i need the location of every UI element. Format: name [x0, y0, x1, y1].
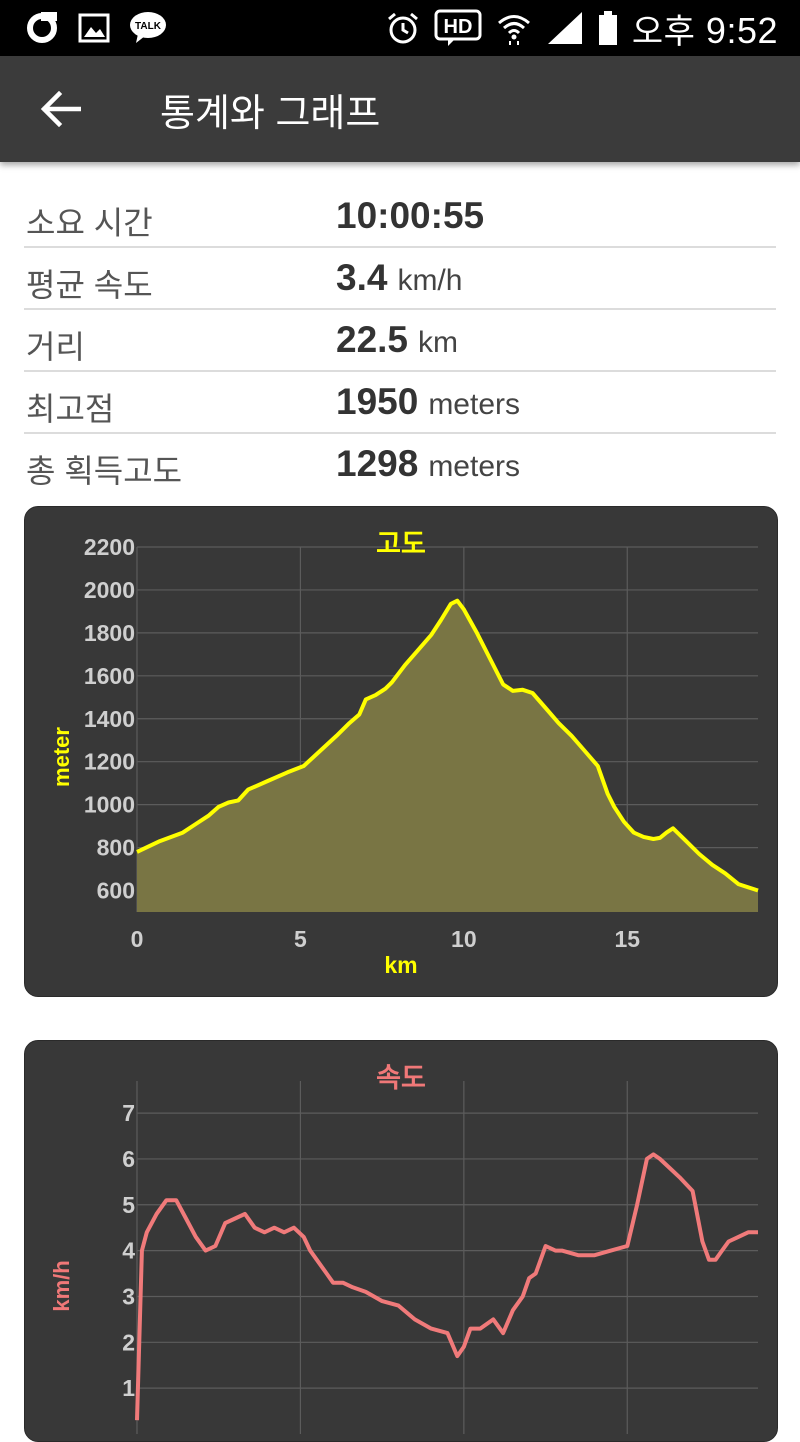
stat-number: 1298	[336, 443, 419, 484]
back-button[interactable]	[30, 79, 90, 139]
y-tick-label: 7	[122, 1100, 135, 1126]
y-axis-label: km/h	[49, 1260, 74, 1311]
status-bar: TALK HD 오후 9:52	[0, 0, 800, 56]
stat-value: 1298 meters	[336, 443, 520, 485]
hd-text: HD	[443, 16, 472, 38]
y-tick-label: 1800	[84, 620, 135, 646]
y-tick-label: 4	[122, 1238, 135, 1264]
wifi-icon	[496, 10, 532, 46]
y-tick-label: 1	[122, 1375, 135, 1401]
stat-label: 최고점	[26, 391, 115, 427]
stat-value: 3.4 km/h	[336, 257, 462, 299]
stat-row-distance: 거리 22.5 km	[24, 310, 776, 372]
stat-label: 거리	[26, 329, 85, 365]
kakao-badge-text: TALK	[135, 21, 162, 32]
stat-value: 1950 meters	[336, 381, 520, 423]
status-bar-left: TALK	[24, 10, 168, 46]
status-time-value: 9:52	[705, 9, 778, 51]
x-axis-label: km	[384, 952, 417, 978]
page-title: 통계와 그래프	[160, 93, 381, 135]
battery-icon	[598, 10, 618, 46]
series-line	[135, 1152, 758, 1421]
stat-unit: meters	[428, 450, 520, 483]
stat-value: 10:00:55	[336, 195, 484, 237]
y-tick-label: 2200	[84, 534, 135, 560]
x-tick-label: 5	[294, 926, 307, 952]
x-tick-label: 15	[614, 926, 640, 952]
back-arrow-icon[interactable]	[39, 91, 81, 127]
signal-bars-icon	[546, 10, 584, 46]
elevation-chart[interactable]: 600 800 1000 1200 1400 1600 1800 2000 2200 0 5 10 15…	[25, 507, 777, 996]
app-bar: 통계와 그래프	[0, 56, 800, 162]
speed-chart[interactable]: 1 2 3 4 5 6 7 속도 km/h	[25, 1041, 777, 1441]
stat-unit: meters	[428, 388, 520, 421]
stat-label: 평균 속도	[26, 267, 153, 303]
chart-title: 속도	[376, 1063, 426, 1093]
hd-voice-icon: HD	[434, 9, 482, 47]
stat-row-duration: 소요 시간 10:00:55	[24, 186, 776, 248]
y-tick-label: 6	[122, 1146, 135, 1172]
y-tick-label: 3	[122, 1283, 135, 1309]
stat-row-total-ascent: 총 획득고도 1298 meters	[24, 434, 776, 494]
gallery-image-icon	[78, 12, 110, 44]
chart-title: 고도	[376, 529, 426, 559]
y-tick-label: 5	[122, 1192, 135, 1218]
stat-row-avg-speed: 평균 속도 3.4 km/h	[24, 248, 776, 310]
y-tick-label: 1400	[84, 706, 135, 732]
stat-number: 3.4	[336, 257, 388, 298]
y-axis-label: meter	[49, 727, 74, 787]
y-tick-label: 800	[97, 835, 135, 861]
stats-list: 소요 시간 10:00:55 평균 속도 3.4 km/h 거리 22.5 km 최…	[24, 186, 776, 494]
elevation-area-fill	[137, 600, 758, 912]
stat-value: 22.5 km	[336, 319, 458, 361]
y-tick-label: 2000	[84, 577, 135, 603]
olleh-o-icon	[24, 10, 60, 46]
alarm-clock-icon	[386, 11, 420, 45]
y-tick-label: 2	[122, 1329, 135, 1355]
status-bar-right: HD 오후 9:52	[386, 4, 778, 53]
y-tick-label: 1600	[84, 663, 135, 689]
elevation-chart-card[interactable]: 600 800 1000 1200 1400 1600 1800 2000 2200 0 5 10 15…	[24, 506, 778, 997]
x-tick-label: 10	[451, 926, 477, 952]
y-tick-label: 600	[97, 878, 135, 904]
stat-number: 10:00:55	[336, 195, 485, 236]
x-tick-label: 0	[131, 926, 144, 952]
stat-number: 22.5	[336, 319, 409, 360]
stat-unit: km	[418, 326, 459, 359]
stat-label: 총 획득고도	[26, 453, 183, 489]
kakaotalk-icon: TALK	[128, 10, 168, 46]
stat-row-max-elevation: 최고점 1950 meters	[24, 372, 776, 434]
stat-number: 1950	[336, 381, 419, 422]
status-time-period: 오후	[631, 12, 696, 51]
y-tick-label: 1000	[84, 792, 135, 818]
stat-unit: km/h	[397, 264, 463, 297]
y-tick-label: 1200	[84, 749, 135, 775]
stat-label: 소요 시간	[26, 205, 153, 241]
speed-chart-card[interactable]: 1 2 3 4 5 6 7 속도 km/h	[24, 1040, 778, 1442]
status-time: 오후 9:52	[632, 4, 778, 53]
